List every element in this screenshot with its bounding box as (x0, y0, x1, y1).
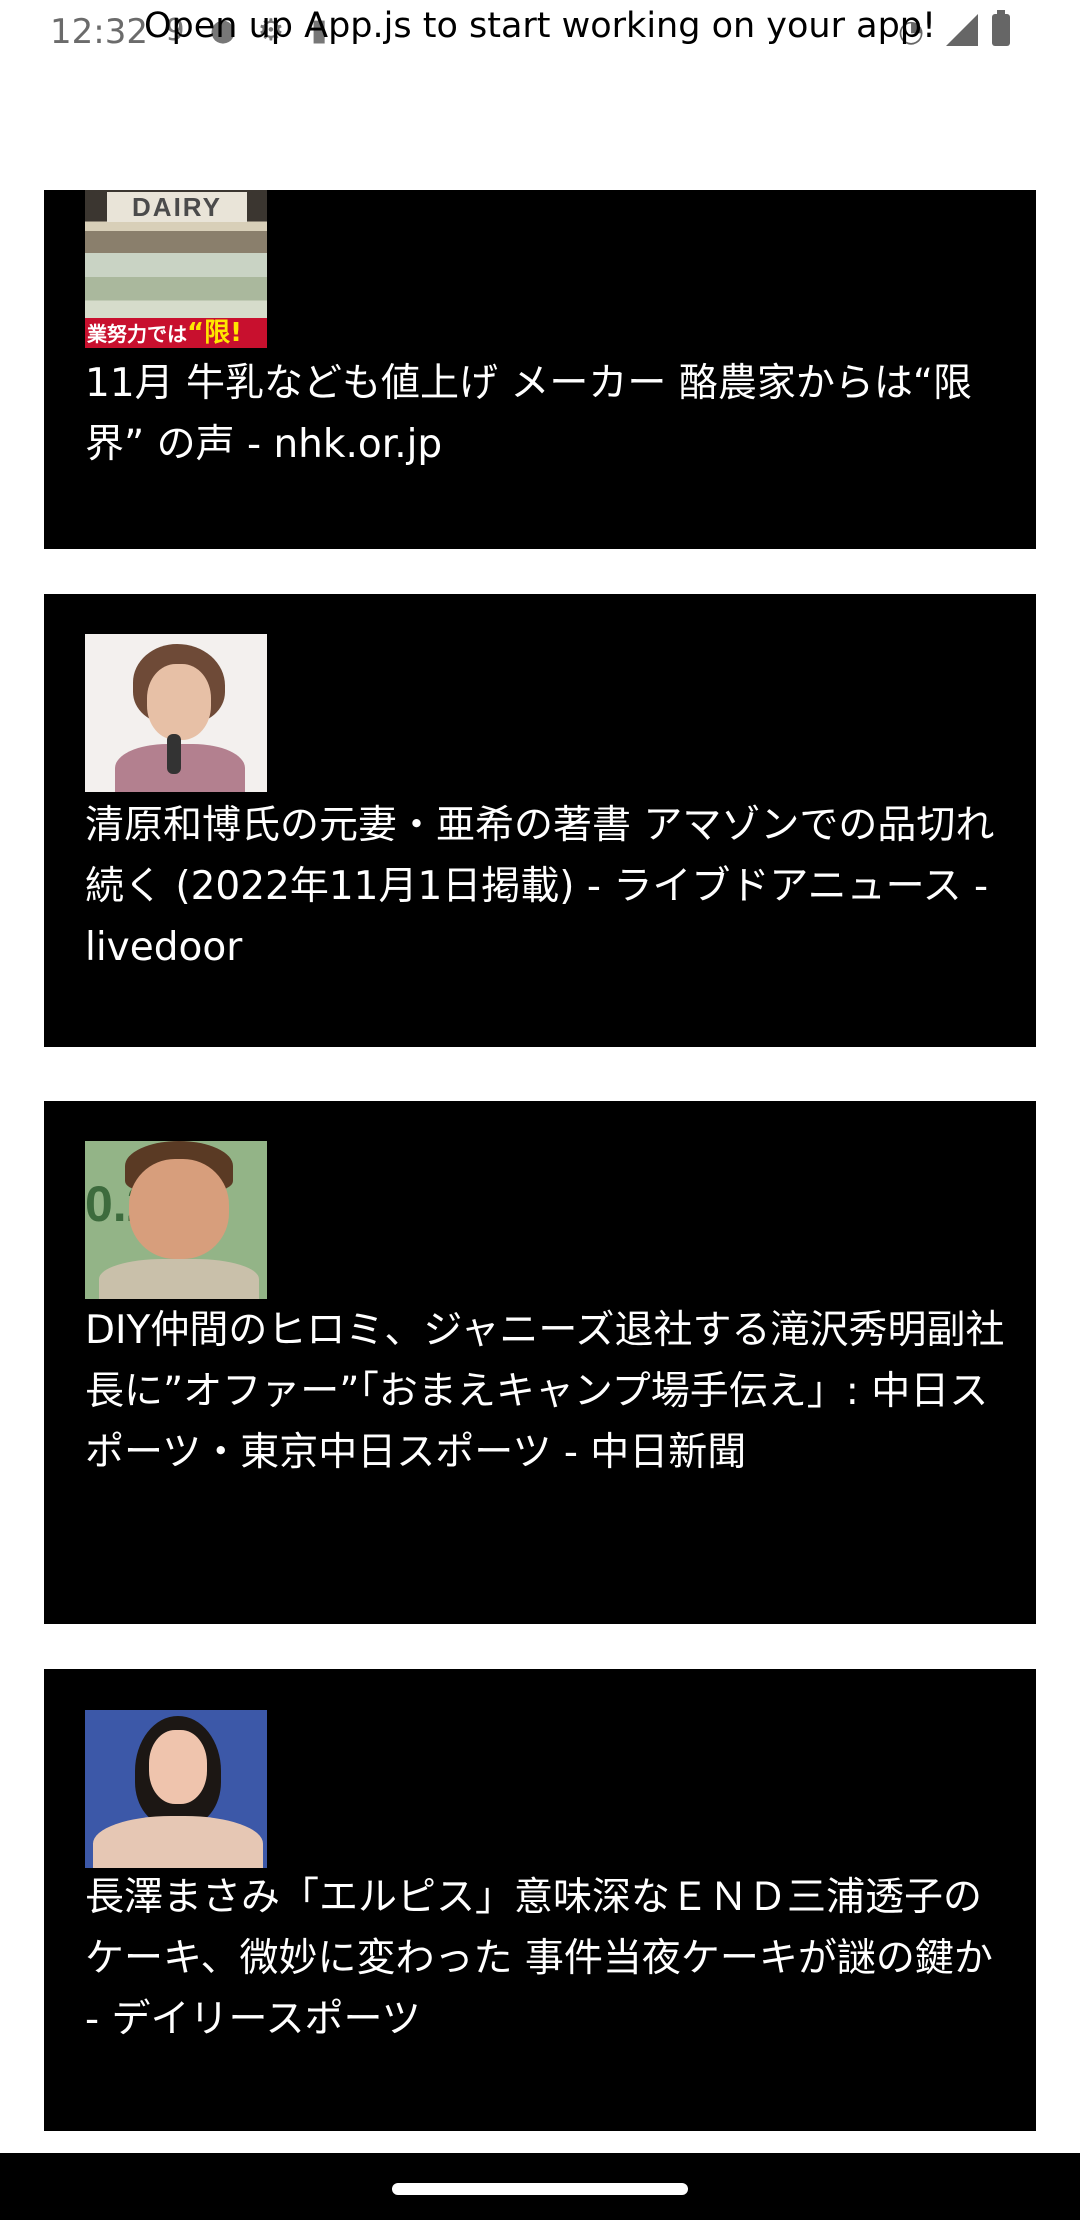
thumbnail-sign-text: DAIRY (107, 192, 247, 222)
thumbnail-figure-body (93, 1816, 263, 1868)
battery-icon (992, 10, 1010, 46)
home-gesture-handle[interactable] (392, 2183, 688, 2195)
navigation-bar (0, 2153, 1080, 2220)
news-card[interactable]: 清原和博氏の元妻・亜希の著書 アマゾンでの品切れ続く (2022年11月1日掲載… (44, 594, 1036, 1047)
news-card[interactable]: 0.2 DIY仲間のヒロミ、ジャニーズ退社する滝沢秀明副社長に”オファー”「おま… (44, 1101, 1036, 1624)
thumbnail-banner: 業努力では“限! (85, 318, 267, 348)
news-card[interactable]: 長澤まさみ「エルピス」意味深なＥＮＤ三浦透子のケーキ、微妙に変わった 事件当夜ケ… (44, 1669, 1036, 2131)
news-thumbnail: DAIRY 業努力では“限! (85, 190, 267, 348)
news-card[interactable]: DAIRY 業努力では“限! 11月 牛乳なども値上げ メーカー 酪農家からは“… (44, 190, 1036, 549)
news-title[interactable]: 清原和博氏の元妻・亜希の著書 アマゾンでの品切れ続く (2022年11月1日掲載… (85, 795, 1005, 978)
news-title[interactable]: DIY仲間のヒロミ、ジャニーズ退社する滝沢秀明副社長に”オファー”「おまえキャン… (85, 1300, 1005, 1483)
news-thumbnail (85, 634, 267, 792)
news-title[interactable]: 長澤まさみ「エルピス」意味深なＥＮＤ三浦透子のケーキ、微妙に変わった 事件当夜ケ… (85, 1867, 1005, 2050)
app-screen: 12:32 9 ● ⚙ ▮ ◔ Open up App.js to start … (0, 0, 1080, 2220)
thumbnail-banner-emphasis: “限! (187, 318, 242, 348)
thumbnail-figure-face (129, 1159, 229, 1259)
thumbnail-figure-face (147, 664, 211, 740)
microphone-icon (167, 734, 181, 774)
news-thumbnail: 0.2 (85, 1141, 267, 1299)
news-thumbnail (85, 1710, 267, 1868)
status-time: 12:32 (50, 12, 148, 52)
thumbnail-figure-face (149, 1730, 207, 1804)
thumbnail-banner-text: 業努力では (87, 322, 187, 346)
app-header-message: Open up App.js to start working on your … (144, 6, 937, 46)
signal-icon (946, 14, 978, 46)
thumbnail-figure-body (99, 1259, 259, 1299)
news-title[interactable]: 11月 牛乳なども値上げ メーカー 酪農家からは“限界” の声 - nhk.or… (85, 353, 1005, 475)
